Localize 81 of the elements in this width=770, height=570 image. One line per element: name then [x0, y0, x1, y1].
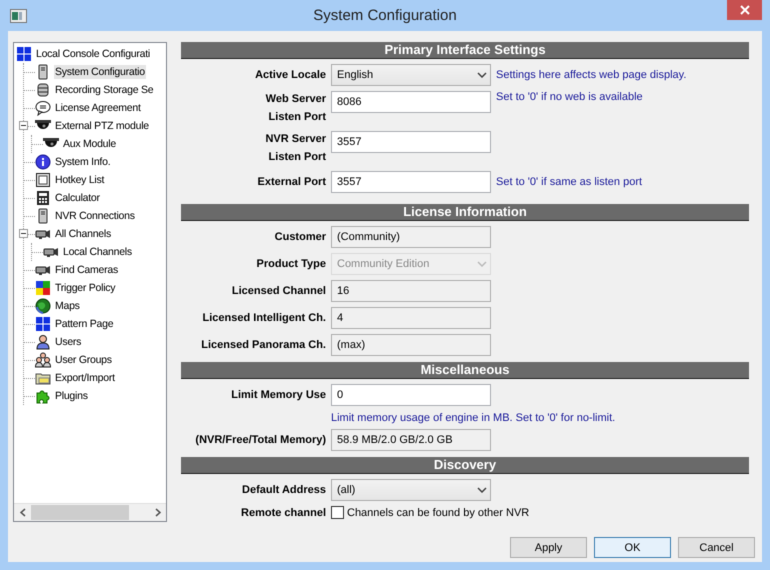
- tree-item[interactable]: License Agreement: [54, 101, 142, 115]
- field-label: Customer: [274, 231, 326, 243]
- checkbox-label[interactable]: Channels can be found by other NVR: [347, 506, 530, 518]
- collapse-toggle[interactable]: [19, 121, 28, 130]
- tree-item[interactable]: Aux Module: [62, 137, 117, 151]
- readonly-field: (Community): [331, 226, 491, 248]
- field-label: Remote channel: [240, 506, 326, 518]
- tree-item[interactable]: User Groups: [54, 353, 113, 367]
- section-header: Discovery: [181, 457, 749, 474]
- tree-item[interactable]: All Channels: [54, 227, 112, 241]
- readonly-field: 58.9 MB/2.0 GB/2.0 GB: [331, 429, 491, 451]
- field-label: Active Locale: [254, 69, 326, 81]
- keyboard-key-icon: [35, 172, 51, 188]
- text-field[interactable]: 8086: [331, 91, 491, 113]
- globe-icon: [35, 298, 51, 314]
- tree-item[interactable]: NVR Connections: [54, 209, 136, 223]
- field-label: Web Server Listen Port: [264, 92, 326, 125]
- dropdown[interactable]: (all): [331, 479, 491, 501]
- database-icon: [35, 82, 51, 98]
- puzzle-piece-icon: [35, 388, 51, 404]
- field-label: Product Type: [256, 258, 326, 270]
- dialog-button[interactable]: Apply: [510, 537, 587, 558]
- field-label: Licensed Panorama Ch.: [200, 339, 326, 351]
- tree-item[interactable]: External PTZ module: [54, 119, 150, 133]
- scroll-left-icon[interactable]: [20, 508, 26, 517]
- close-icon: [740, 5, 750, 15]
- dialog-button[interactable]: Cancel: [678, 537, 755, 558]
- field-label: (NVR/Free/Total Memory): [194, 434, 326, 446]
- readonly-field: (max): [331, 334, 491, 356]
- field-label: Licensed Channel: [230, 285, 326, 297]
- tree-item[interactable]: System Configuratio: [54, 65, 146, 79]
- user-icon: [35, 334, 51, 350]
- field-label: Licensed Intelligent Ch.: [202, 312, 326, 324]
- field-label: Default Address: [241, 484, 326, 496]
- dialog-button[interactable]: OK: [594, 537, 671, 558]
- field-label: NVR Server Listen Port: [264, 132, 326, 165]
- readonly-field: 16: [331, 280, 491, 302]
- tree-item[interactable]: Plugins: [54, 389, 89, 403]
- scrollbar-thumb[interactable]: [31, 505, 129, 520]
- tree-item[interactable]: Local Channels: [62, 245, 133, 259]
- tree-item[interactable]: Maps: [54, 299, 81, 313]
- tree-item[interactable]: Hotkey List: [54, 173, 106, 187]
- checkbox[interactable]: [331, 506, 344, 519]
- tree-item[interactable]: Find Cameras: [54, 263, 119, 277]
- app-icon: [10, 8, 27, 22]
- tree-item[interactable]: Export/Import: [54, 371, 116, 385]
- hint-text: Settings here affects web page display.: [496, 69, 688, 81]
- tree-item[interactable]: Calculator: [54, 191, 101, 205]
- hint-text: Limit memory usage of engine in MB. Set to '0' for no-limit.: [331, 412, 616, 424]
- dropdown[interactable]: English: [331, 64, 491, 86]
- text-field[interactable]: 3557: [331, 131, 491, 153]
- readonly-field: 4: [331, 307, 491, 329]
- field-label: Limit Memory Use: [230, 389, 326, 401]
- hint-text: Set to '0' if no web is available: [496, 91, 644, 103]
- tree-item[interactable]: Recording Storage Se: [54, 83, 154, 97]
- info-icon: [35, 154, 51, 170]
- chevron-icon: [477, 261, 487, 267]
- close-button[interactable]: [727, 0, 762, 20]
- chevron-icon: [477, 72, 487, 78]
- section-header: Primary Interface Settings: [181, 42, 749, 59]
- collapse-toggle[interactable]: [19, 229, 28, 238]
- tree-item[interactable]: Pattern Page: [54, 317, 114, 331]
- tree-item[interactable]: Users: [54, 335, 82, 349]
- color-squares-icon: [35, 280, 51, 296]
- user-group-icon: [35, 352, 51, 368]
- calculator-icon: [35, 190, 51, 206]
- tree-item[interactable]: Local Console Configurati: [35, 47, 151, 61]
- field-label: External Port: [256, 176, 326, 188]
- section-header: License Information: [181, 204, 749, 221]
- chevron-icon: [477, 487, 487, 493]
- section-header: Miscellaneous: [181, 362, 749, 379]
- hint-text: Set to '0' if same as listen port: [496, 176, 644, 188]
- scroll-right-icon[interactable]: [154, 508, 160, 517]
- grid-icon: [35, 316, 51, 332]
- tree-item[interactable]: Trigger Policy: [54, 281, 116, 295]
- window-title: System Configuration: [313, 7, 457, 24]
- speech-bubble-icon: [35, 100, 51, 116]
- grid-icon: [16, 46, 32, 62]
- tree-item[interactable]: System Info.: [54, 155, 112, 169]
- text-field[interactable]: 3557: [331, 171, 491, 193]
- text-field[interactable]: 0: [331, 384, 491, 406]
